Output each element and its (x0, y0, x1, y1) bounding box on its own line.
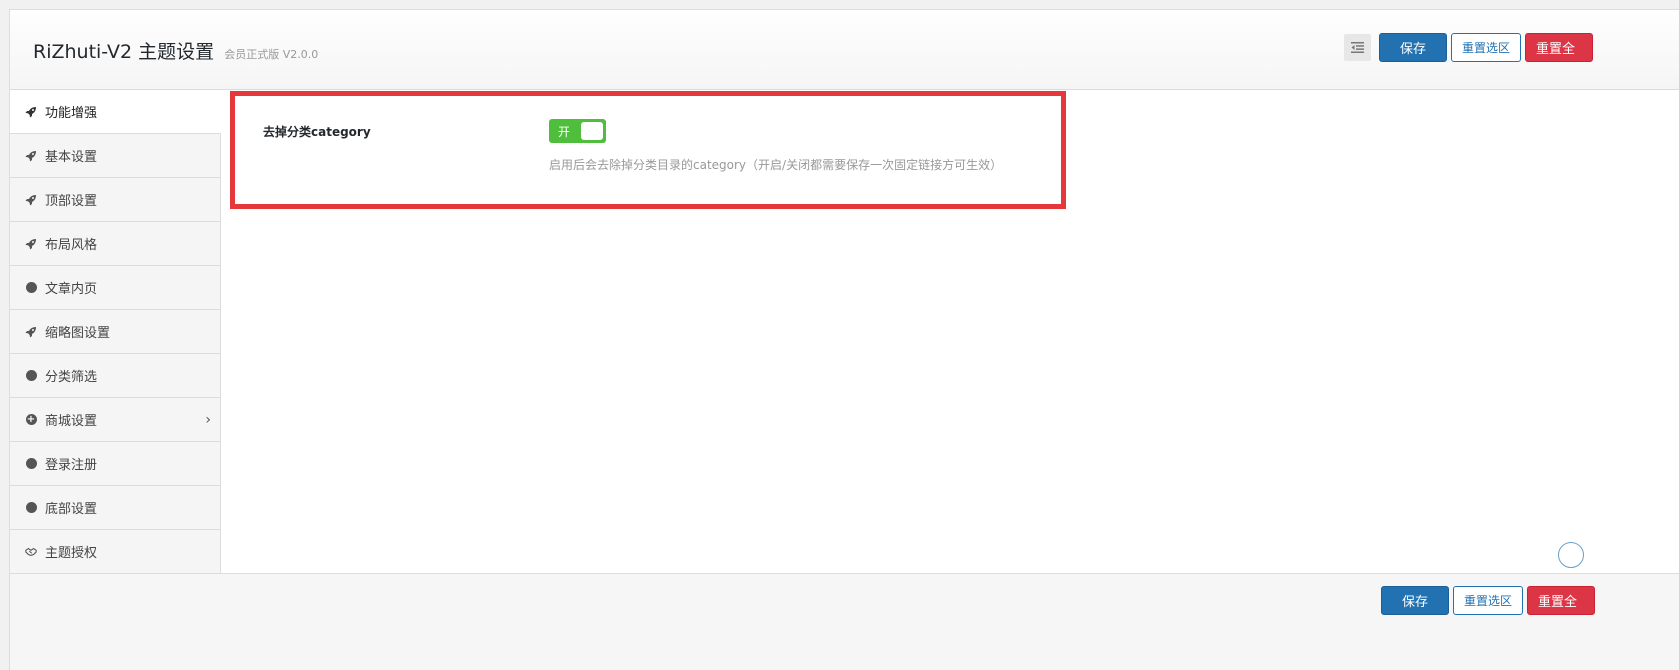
field-title: 去掉分类category (263, 125, 371, 139)
switch-knob (581, 122, 603, 140)
header-actions: 保存 重置选区 重置全 (1344, 33, 1593, 62)
footer-save-button[interactable]: 保存 (1381, 586, 1449, 615)
sidebar-item-label: 缩略图设置 (45, 326, 111, 341)
sidebar-item-shop[interactable]: + 商城设置 › (10, 398, 220, 442)
circle-icon (25, 458, 37, 470)
settings-header: RiZhuti-V2 主题设置 会员正式版 V2.0.0 保存 重置选区 重置全 (10, 10, 1679, 90)
sidebar-item-article[interactable]: 文章内页 (10, 266, 220, 310)
sidebar-item-features[interactable]: 功能增强 (10, 90, 221, 134)
theme-title: RiZhuti-V2 主题设置 (33, 41, 215, 63)
rocket-icon (25, 238, 37, 250)
sidebar-item-label: 功能增强 (45, 106, 98, 121)
sidebar-item-label: 登录注册 (45, 458, 98, 473)
rocket-icon (25, 326, 37, 338)
rocket-icon (25, 150, 37, 162)
expand-toggle-button[interactable] (1344, 34, 1371, 61)
chevron-right-icon: › (205, 412, 211, 428)
circle-icon (25, 370, 37, 382)
sidebar-item-category-filter[interactable]: 分类筛选 (10, 354, 220, 398)
switch-label: 开 (558, 125, 571, 139)
circle-icon (25, 282, 37, 294)
reset-section-button[interactable]: 重置选区 (1451, 33, 1521, 62)
rocket-icon (25, 106, 37, 118)
sidebar-item-thumbnail[interactable]: 缩略图设置 (10, 310, 220, 354)
settings-panel: RiZhuti-V2 主题设置 会员正式版 V2.0.0 保存 重置选区 重置全… (9, 9, 1679, 670)
sidebar-item-label: 底部设置 (45, 502, 98, 517)
sidebar-item-layout[interactable]: 布局风格 (10, 222, 220, 266)
settings-footer: 保存 重置选区 重置全 (10, 573, 1679, 670)
sidebar-item-footer[interactable]: 底部设置 (10, 486, 220, 530)
sidebar-item-label: 布局风格 (45, 238, 98, 253)
indent-icon (1351, 42, 1364, 53)
category-toggle-switch[interactable]: 开 (549, 119, 606, 143)
sidebar-item-login[interactable]: 登录注册 (10, 442, 220, 486)
handshake-icon (25, 546, 37, 558)
sidebar-item-label: 分类筛选 (45, 370, 98, 385)
sidebar-item-label: 顶部设置 (45, 194, 98, 209)
reset-all-button[interactable]: 重置全 (1525, 33, 1593, 62)
page-title: RiZhuti-V2 主题设置 会员正式版 V2.0.0 (33, 37, 318, 64)
sidebar-item-label: 文章内页 (45, 282, 98, 297)
settings-content: 去掉分类category 开 启用后会去除掉分类目录的category（开启/关… (221, 90, 1679, 573)
plus-circle-icon: + (25, 414, 37, 425)
footer-reset-section-button[interactable]: 重置选区 (1453, 586, 1523, 615)
sidebar-item-label: 主题授权 (45, 546, 98, 561)
highlight-box: 去掉分类category 开 启用后会去除掉分类目录的category（开启/关… (230, 91, 1066, 209)
sidebar-item-license[interactable]: 主题授权 (10, 530, 220, 574)
rocket-icon (25, 194, 37, 206)
save-button[interactable]: 保存 (1379, 33, 1447, 62)
circle-icon (25, 502, 37, 514)
footer-actions: 保存 重置选区 重置全 (1381, 586, 1595, 615)
footer-reset-all-button[interactable]: 重置全 (1527, 586, 1595, 615)
sidebar-item-top[interactable]: 顶部设置 (10, 178, 220, 222)
settings-sidebar: 功能增强 基本设置 顶部设置 布局风格 文章内页 缩略图设置 分类筛选 + 商城 (10, 90, 221, 574)
sidebar-item-label: 商城设置 (45, 414, 98, 429)
sidebar-item-basic[interactable]: 基本设置 (10, 134, 220, 178)
sidebar-item-label: 基本设置 (45, 150, 98, 165)
field-description: 启用后会去除掉分类目录的category（开启/关闭都需要保存一次固定链接方可生… (549, 158, 1003, 172)
scroll-top-button[interactable] (1558, 542, 1584, 568)
version-badge: 会员正式版 V2.0.0 (224, 48, 319, 61)
